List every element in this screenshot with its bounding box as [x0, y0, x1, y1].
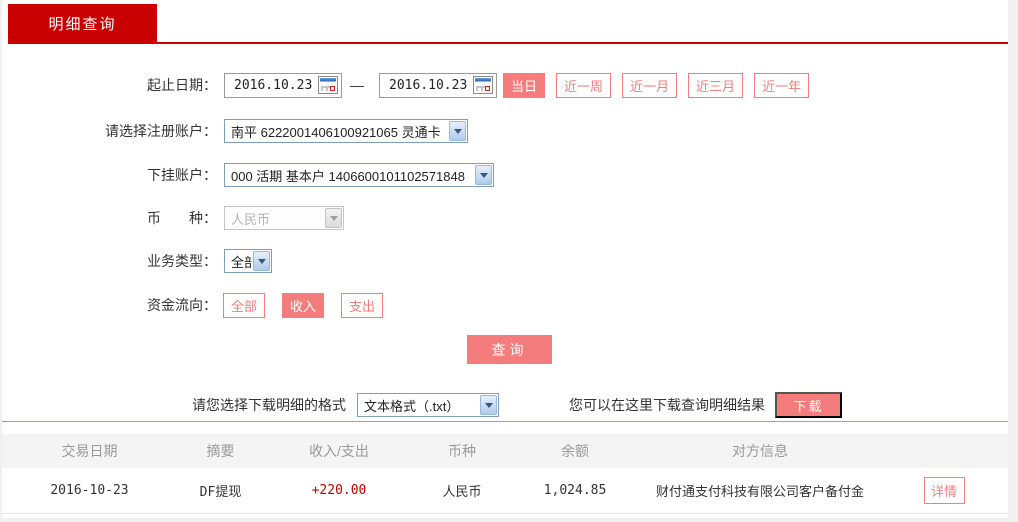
- header-counterparty: 对方信息: [732, 443, 788, 459]
- header-date: 交易日期: [61, 443, 118, 459]
- cell-amount: +220.00: [311, 483, 367, 498]
- detail-button[interactable]: 详情: [923, 477, 965, 504]
- download-format-label: 请您选择下载明细的格式: [192, 397, 346, 413]
- business-type-value: 全部: [231, 254, 252, 270]
- start-date-input[interactable]: 2016.10.23: [224, 72, 342, 98]
- results-table: 交易日期 摘要 收入/支出 币种 余额 对方信息 2016-10-23 DF提现…: [2, 434, 1008, 514]
- sub-account-value: 000 活期 基本户 1406600101102571848: [231, 168, 465, 184]
- registered-account-value: 南平 6222001406100921065 灵通卡: [231, 124, 441, 140]
- date-range-separator: —: [350, 77, 364, 93]
- table-separator: [2, 421, 1008, 422]
- content-panel: 明细查询 起止日期： 2016.10.23 — 2016.10.23 当日 近一…: [2, 0, 1008, 518]
- chevron-down-icon[interactable]: [253, 251, 270, 271]
- calendar-icon[interactable]: [473, 76, 493, 94]
- tab-detail-query[interactable]: 明细查询: [8, 4, 157, 43]
- calendar-icon[interactable]: [318, 76, 338, 94]
- chevron-down-icon[interactable]: [475, 165, 492, 185]
- date-range-label: 起止日期：: [147, 77, 217, 93]
- header-summary: 摘要: [206, 443, 235, 459]
- chevron-down-icon: [325, 208, 342, 228]
- sub-account-row: 下挂账户： 000 活期 基本户 1406600101102571848: [2, 162, 494, 188]
- registered-account-label: 请选择注册账户：: [105, 123, 217, 139]
- cell-counterparty: 财付通支付科技有限公司客户备付金: [655, 484, 864, 499]
- fund-flow-all-button[interactable]: 全部: [223, 292, 266, 318]
- header-currency: 币种: [448, 443, 476, 459]
- cell-currency: 人民币: [442, 484, 482, 499]
- header-balance: 余额: [561, 443, 589, 459]
- download-format-select[interactable]: 文本格式（.txt）: [357, 393, 499, 417]
- fund-flow-expense-button[interactable]: 支出: [341, 292, 384, 318]
- cell-date: 2016-10-23: [50, 483, 129, 498]
- download-button[interactable]: 下载: [775, 392, 842, 418]
- quick-range-month-button[interactable]: 近一月: [622, 72, 678, 98]
- end-date-value: 2016.10.23: [389, 77, 468, 93]
- quick-range-today-button[interactable]: 当日: [503, 72, 546, 98]
- business-type-select[interactable]: 全部: [224, 249, 272, 273]
- header-amount: 收入/支出: [309, 443, 369, 459]
- registered-account-select[interactable]: 南平 6222001406100921065 灵通卡: [224, 119, 468, 143]
- chevron-down-icon[interactable]: [449, 121, 466, 141]
- quick-range-year-button[interactable]: 近一年: [754, 72, 810, 98]
- date-range-row: 起止日期： 2016.10.23 — 2016.10.23 当日 近一周 近一月…: [2, 72, 810, 98]
- page: 明细查询 起止日期： 2016.10.23 — 2016.10.23 当日 近一…: [0, 0, 1018, 522]
- fund-flow-income-button[interactable]: 收入: [282, 292, 325, 318]
- cell-summary: DF提现: [199, 485, 242, 500]
- download-hint: 您可以在这里下载查询明细结果: [569, 397, 765, 413]
- fund-flow-label: 资金流向：: [147, 297, 217, 313]
- registered-account-row: 请选择注册账户： 南平 6222001406100921065 灵通卡: [2, 118, 468, 144]
- fund-flow-row: 资金流向： 全部 收入 支出: [2, 292, 384, 318]
- business-type-label: 业务类型：: [147, 253, 217, 269]
- end-date-input[interactable]: 2016.10.23: [379, 72, 497, 98]
- currency-value: 人民币: [231, 211, 271, 227]
- business-type-row: 业务类型： 全部: [2, 248, 272, 274]
- currency-select: 人民币: [224, 206, 344, 230]
- quick-range-3months-button[interactable]: 近三月: [688, 72, 744, 98]
- query-button[interactable]: 查询: [467, 335, 552, 364]
- download-format-value: 文本格式（.txt）: [364, 398, 460, 414]
- table-row: 2016-10-23 DF提现 +220.00 人民币 1,024.85 财付通…: [2, 468, 1008, 514]
- start-date-value: 2016.10.23: [234, 77, 313, 93]
- download-row: 请您选择下载明细的格式 文本格式（.txt） 您可以在这里下载查询明细结果 下载: [2, 392, 1008, 418]
- table-header-row: 交易日期 摘要 收入/支出 币种 余额 对方信息: [2, 434, 1008, 468]
- currency-label: 币 种：: [147, 210, 217, 226]
- chevron-down-icon[interactable]: [480, 395, 497, 415]
- quick-range-week-button[interactable]: 近一周: [556, 72, 612, 98]
- sub-account-select[interactable]: 000 活期 基本户 1406600101102571848: [224, 163, 494, 187]
- cell-balance: 1,024.85: [543, 483, 607, 498]
- cell-action: 详情: [880, 477, 1008, 504]
- currency-row: 币 种： 人民币: [2, 205, 344, 231]
- sub-account-label: 下挂账户：: [147, 167, 217, 183]
- tab-underline: [8, 42, 1008, 44]
